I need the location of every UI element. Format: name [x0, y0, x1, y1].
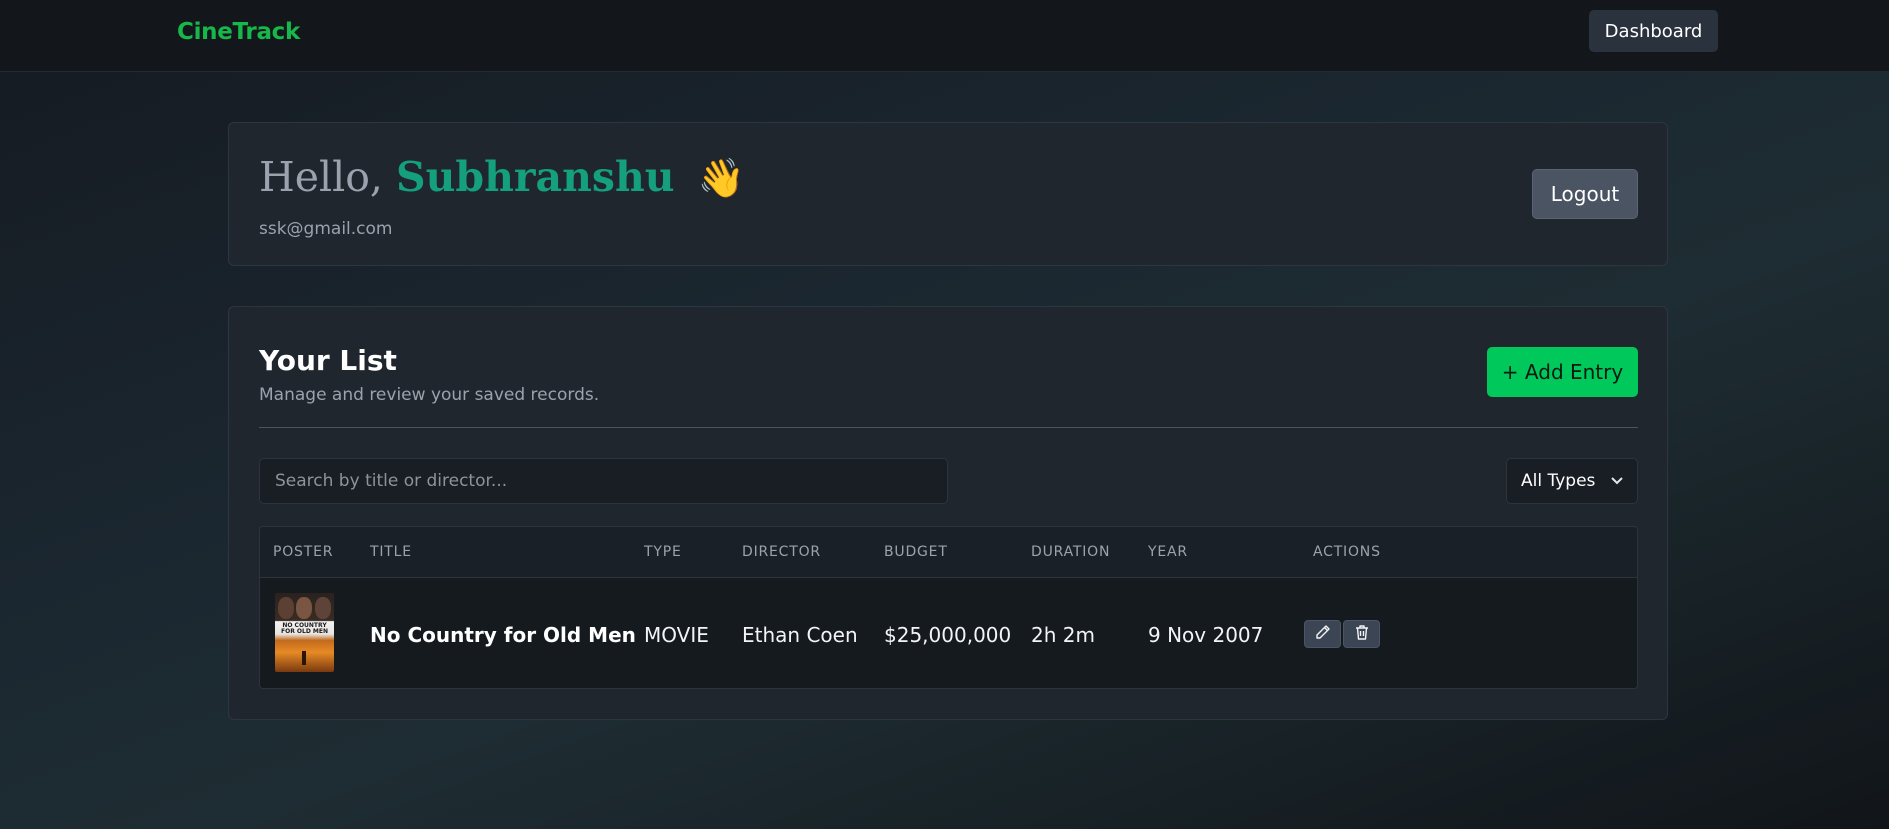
- table-row[interactable]: NO COUNTRY FOR OLD MEN No Country for Ol…: [260, 578, 1637, 688]
- column-header-budget: BUDGET: [884, 544, 948, 560]
- dashboard-button[interactable]: Dashboard: [1589, 10, 1718, 52]
- column-header-actions: ACTIONS: [1313, 544, 1381, 560]
- chevron-down-icon: [1611, 473, 1623, 489]
- column-header-title: TITLE: [370, 544, 412, 560]
- list-title: Your List: [259, 344, 397, 377]
- table-header: POSTER TITLE TYPE DIRECTOR BUDGET DURATI…: [260, 527, 1637, 578]
- column-header-type: TYPE: [644, 544, 682, 560]
- column-header-poster: POSTER: [273, 544, 334, 560]
- column-header-year: YEAR: [1148, 544, 1188, 560]
- search-input[interactable]: [259, 458, 948, 504]
- cell-type: MOVIE: [644, 623, 709, 647]
- wave-icon: 👋: [697, 156, 745, 200]
- column-header-director: DIRECTOR: [742, 544, 821, 560]
- pencil-icon: [1315, 624, 1331, 644]
- cell-duration: 2h 2m: [1031, 623, 1095, 647]
- profile-card: Hello, Subhranshu 👋 ssk@gmail.com Logout: [228, 122, 1668, 266]
- type-filter-value: All Types: [1521, 471, 1596, 491]
- divider: [259, 427, 1638, 428]
- user-name: Subhranshu: [396, 153, 675, 201]
- cell-budget: $25,000,000: [884, 623, 1012, 647]
- edit-button[interactable]: [1304, 620, 1341, 648]
- list-card: Your List Manage and review your saved r…: [228, 306, 1668, 720]
- movie-poster[interactable]: NO COUNTRY FOR OLD MEN: [275, 593, 334, 672]
- user-email: ssk@gmail.com: [259, 219, 393, 239]
- list-subtitle: Manage and review your saved records.: [259, 385, 600, 405]
- type-filter-select[interactable]: All Types: [1506, 458, 1638, 504]
- delete-button[interactable]: [1343, 620, 1380, 648]
- logout-button[interactable]: Logout: [1532, 169, 1638, 219]
- brand-logo[interactable]: CineTrack: [177, 19, 300, 45]
- greeting-heading: Hello, Subhranshu 👋: [259, 153, 745, 201]
- cell-title: No Country for Old Men: [370, 623, 636, 647]
- greeting-text: Hello,: [259, 153, 383, 201]
- entries-table: POSTER TITLE TYPE DIRECTOR BUDGET DURATI…: [259, 526, 1638, 689]
- add-entry-button[interactable]: + Add Entry: [1487, 347, 1638, 397]
- column-header-duration: DURATION: [1031, 544, 1111, 560]
- cell-year: 9 Nov 2007: [1148, 623, 1264, 647]
- trash-icon: [1355, 624, 1369, 644]
- poster-title-text: NO COUNTRY FOR OLD MEN: [281, 622, 328, 635]
- cell-director: Ethan Coen: [742, 623, 858, 647]
- top-navbar: CineTrack Dashboard: [0, 0, 1889, 72]
